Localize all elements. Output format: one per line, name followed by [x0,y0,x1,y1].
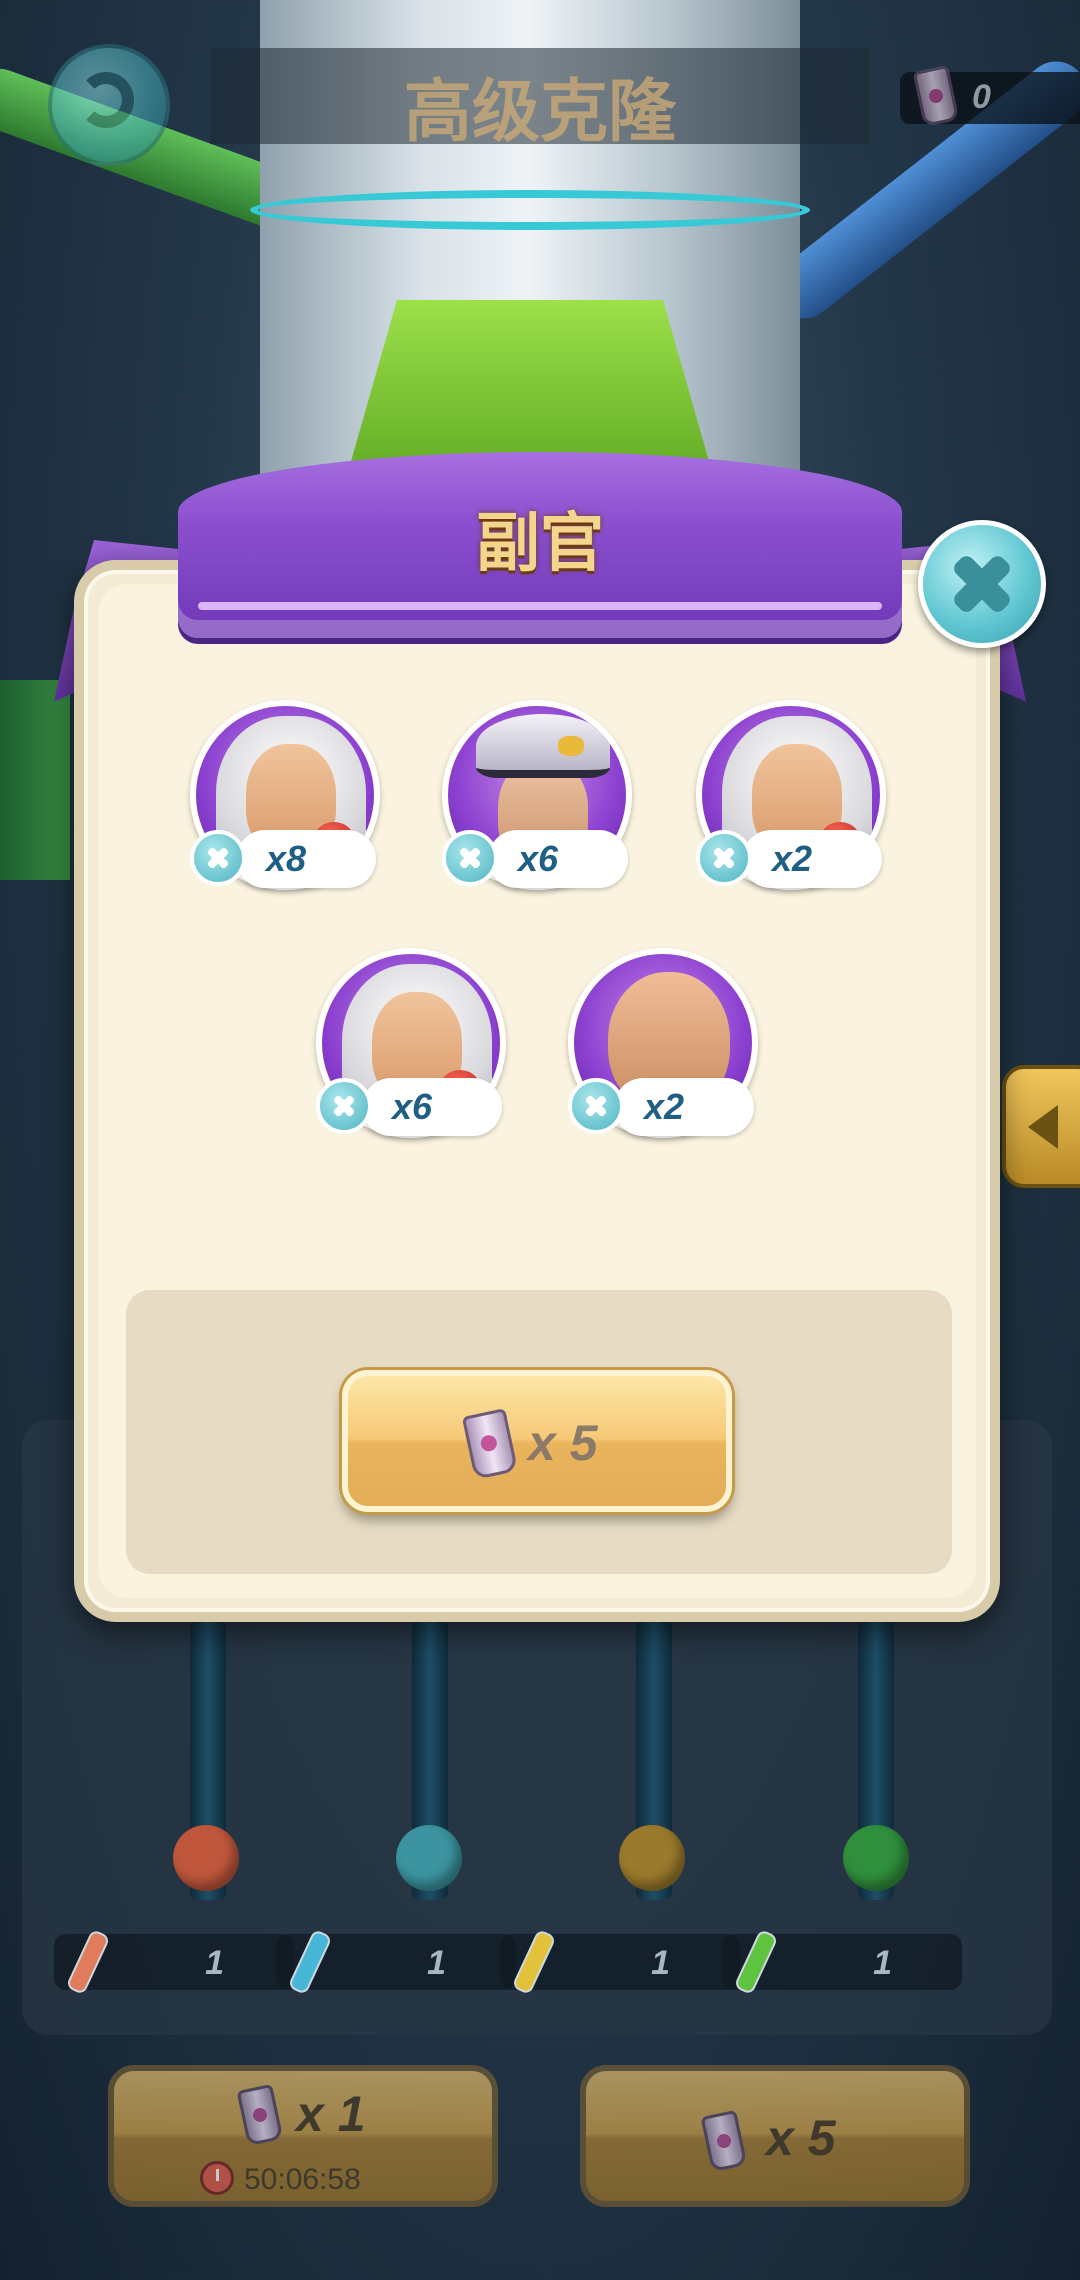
officer-card[interactable]: x6 [442,700,642,900]
add-icon[interactable] [568,1078,624,1134]
side-arrow-button[interactable] [1002,1065,1080,1188]
vial-count: 1 [427,1944,446,1982]
add-icon[interactable] [190,830,246,886]
vial-counter-green: 1 [722,1928,962,1996]
vial-counter-cyan: 1 [276,1928,516,1996]
vial-count: 1 [205,1944,224,1982]
back-button[interactable] [48,44,170,166]
single-clone-button[interactable]: x 1 50:06:58 [108,2065,498,2207]
vial-green-icon [733,1928,779,1996]
vial-count: 1 [651,1944,670,1982]
vial-yellow-icon [511,1928,557,1996]
officer-count: x6 [518,838,559,879]
clone-cup-icon [912,64,960,128]
page-title: 高级克隆 [403,73,676,152]
add-icon[interactable] [696,830,752,886]
officer-card[interactable]: x2 [696,700,896,900]
title-bar: 高级克隆 [210,48,870,152]
orb-yellow [619,1825,685,1891]
clone-cup-icon [461,1408,519,1480]
cooldown-timer: 50:06:58 [244,2163,361,2196]
clone-cost: x 5 [528,1415,598,1471]
currency-counter: 0 [900,64,1080,128]
officer-count-badge: x2 [742,830,882,888]
orb-cyan [396,1825,462,1891]
orb-red [173,1825,239,1891]
officer-count: x8 [266,838,307,879]
multi-clone-cost: x 5 [766,2110,836,2166]
clone-cup-icon [236,2083,284,2147]
officer-card[interactable]: x8 [190,700,390,900]
back-arrow-icon [78,72,134,128]
clone-chamber-ring [250,190,810,230]
officer-count: x2 [772,838,813,879]
add-icon[interactable] [442,830,498,886]
officer-count-badge: x6 [488,830,628,888]
add-icon[interactable] [316,1078,372,1134]
vial-count: 1 [873,1944,892,1982]
officer-count: x2 [644,1086,685,1127]
single-clone-cost: x 1 [296,2086,366,2142]
close-button[interactable] [918,520,1046,648]
officer-card[interactable]: x6 [316,948,516,1148]
officer-count-badge: x8 [236,830,376,888]
officer-count-badge: x6 [362,1078,502,1136]
officer-card[interactable]: x2 [568,948,768,1148]
vial-cyan-icon [287,1928,333,1996]
vial-counter-yellow: 1 [500,1928,740,1996]
dialog-banner: 副官 [178,452,902,638]
orb-green [843,1825,909,1891]
side-light [0,680,70,880]
officer-count-badge: x2 [614,1078,754,1136]
clock-icon [200,2161,234,2195]
dialog-title: 副官 [476,507,604,581]
multi-clone-button[interactable]: x 5 [580,2065,970,2207]
officer-count: x6 [392,1086,433,1127]
vial-counter-red: 1 [54,1928,294,1996]
banner-stripe [198,602,882,610]
vial-red-icon [65,1928,111,1996]
clone-cup-icon [700,2109,748,2173]
currency-count: 0 [972,78,991,116]
clone-confirm-button[interactable]: x 5 [342,1370,732,1512]
